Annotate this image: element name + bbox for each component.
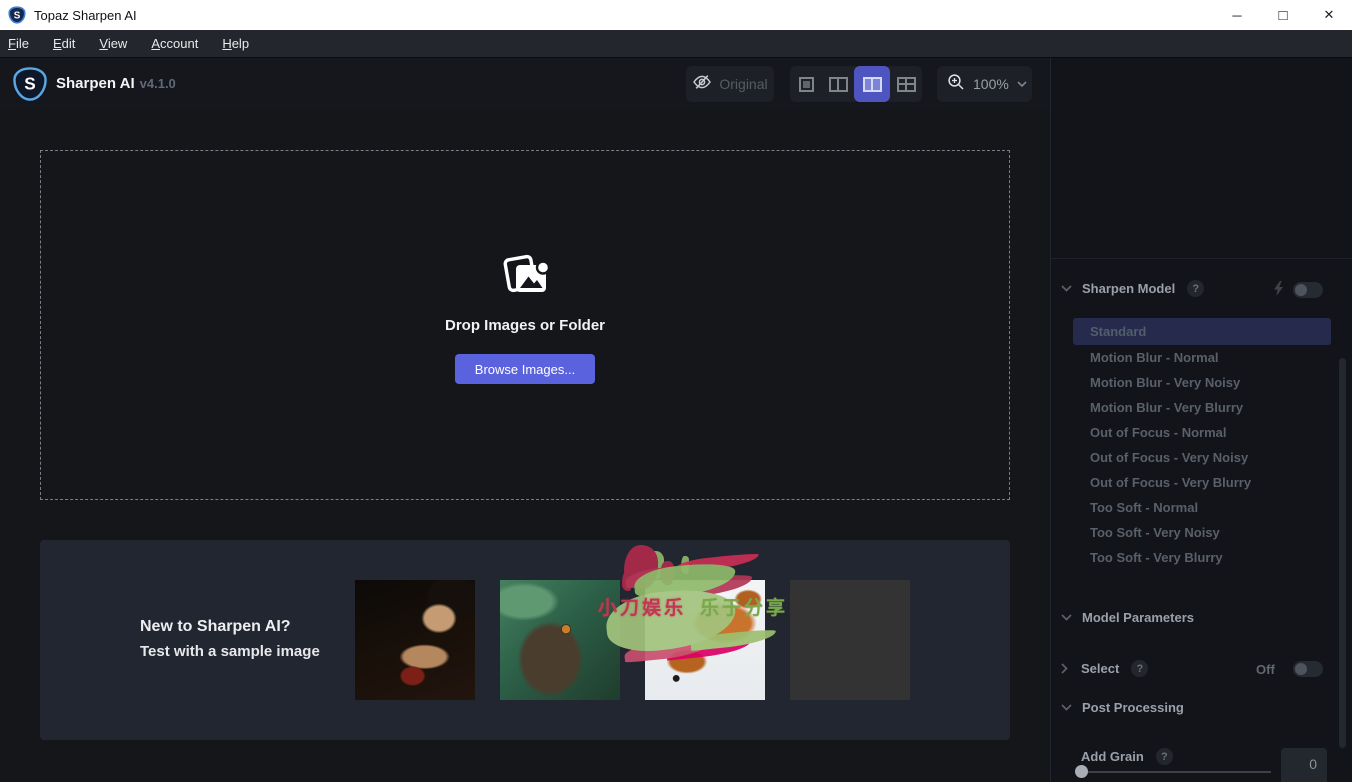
settings-sidebar: Sharpen Model ? Standard Motion Blur - N… [1050,58,1352,782]
svg-text:S: S [14,10,21,21]
sample-images-panel: New to Sharpen AI? Test with a sample im… [40,540,1010,740]
sample-image-owl[interactable] [500,580,620,700]
eye-off-icon [692,73,712,96]
split-view-icon [828,76,848,92]
sample-panel-heading: New to Sharpen AI? [140,618,291,635]
zoom-level: 100% [973,76,1009,92]
select-off-label: Off [1256,662,1275,677]
select-help-icon[interactable]: ? [1131,660,1149,677]
view-mode-single-button[interactable] [790,66,822,102]
select-section-header[interactable]: Select ? [1061,660,1149,677]
model-item-out-of-focus-very-blurry[interactable]: Out of Focus - Very Blurry [1073,470,1331,495]
image-drop-zone[interactable]: Drop Images or Folder Browse Images... [40,150,1010,500]
add-grain-label: Add Grain [1081,749,1144,764]
menu-account[interactable]: Account [139,30,210,58]
view-mode-split-button[interactable] [822,66,854,102]
show-original-button[interactable]: Original [686,66,774,102]
sample-panel-subheading: Test with a sample image [140,643,320,660]
sample-image-portrait[interactable] [355,580,475,700]
sharpen-model-section-header[interactable]: Sharpen Model ? [1061,280,1205,297]
model-item-out-of-focus-normal[interactable]: Out of Focus - Normal [1073,420,1331,445]
model-item-motion-blur-very-noisy[interactable]: Motion Blur - Very Noisy [1073,370,1331,395]
select-label: Select [1081,661,1120,676]
add-grain-slider-handle[interactable] [1075,765,1088,778]
app-header: S Sharpen AI v4.1.0 Original 100% [0,58,1050,110]
titlebar: S Topaz Sharpen AI ─ □ ✕ [0,0,1352,30]
sidebar-divider [1051,258,1352,259]
close-button[interactable]: ✕ [1306,0,1352,30]
menu-help[interactable]: Help [210,30,261,58]
view-mode-quad-button[interactable] [890,66,922,102]
post-processing-label: Post Processing [1082,700,1184,715]
app-window: S Topaz Sharpen AI ─ □ ✕ File Edit View … [0,0,1352,782]
model-item-too-soft-very-noisy[interactable]: Too Soft - Very Noisy [1073,520,1331,545]
model-item-too-soft-very-blurry[interactable]: Too Soft - Very Blurry [1073,545,1331,570]
side-by-side-view-icon [862,76,882,92]
window-title: Topaz Sharpen AI [34,7,137,23]
app-version: v4.1.0 [139,76,176,91]
original-button-label: Original [719,76,768,92]
sample-image-fox[interactable] [645,580,765,700]
sharpen-model-label: Sharpen Model [1082,281,1176,296]
menu-view[interactable]: View [87,30,139,58]
model-item-standard[interactable]: Standard [1073,318,1331,345]
chevron-down-icon [1061,704,1072,711]
app-logo-icon: S [8,6,26,24]
zoom-in-magnifier-icon [947,73,965,96]
model-item-motion-blur-very-blurry[interactable]: Motion Blur - Very Blurry [1073,395,1331,420]
sharpen-ai-logo-icon: S [12,66,48,102]
model-item-too-soft-normal[interactable]: Too Soft - Normal [1073,495,1331,520]
model-item-motion-blur-normal[interactable]: Motion Blur - Normal [1073,345,1331,370]
minimize-button[interactable]: ─ [1214,0,1260,30]
chevron-down-icon [1017,81,1027,87]
menu-file[interactable]: File [0,30,41,58]
model-item-out-of-focus-very-noisy[interactable]: Out of Focus - Very Noisy [1073,445,1331,470]
chevron-down-icon [1061,285,1072,292]
chevron-right-icon [1061,663,1068,674]
menu-edit[interactable]: Edit [41,30,87,58]
add-grain-help-icon[interactable]: ? [1155,748,1173,765]
svg-text:S: S [24,74,35,94]
view-mode-side-by-side-button[interactable] [854,66,890,102]
sidebar-scrollbar[interactable] [1339,358,1346,748]
drop-zone-title: Drop Images or Folder [444,317,606,334]
add-grain-row: Add Grain ? [1081,748,1173,765]
add-grain-slider-track[interactable] [1081,771,1271,773]
page-title: Sharpen AI v4.1.0 [56,75,176,92]
sample-image-car[interactable] [790,580,910,700]
chevron-down-icon [1061,614,1072,621]
select-toggle[interactable] [1293,661,1323,677]
add-grain-value-field[interactable]: 0 [1281,748,1327,782]
browse-images-button[interactable]: Browse Images... [455,354,595,384]
quad-view-icon [896,76,916,92]
post-processing-section-header[interactable]: Post Processing [1061,700,1184,715]
app-name: Sharpen AI [56,75,135,92]
sample-panel-text: New to Sharpen AI? Test with a sample im… [140,618,320,660]
lightning-bolt-icon [1273,281,1284,301]
model-parameters-label: Model Parameters [1082,610,1194,625]
view-mode-group [790,66,922,102]
sharpen-model-help-icon[interactable]: ? [1187,280,1205,297]
images-icon [499,254,551,305]
auto-model-toggle[interactable] [1293,282,1323,298]
single-view-icon [798,76,814,92]
zoom-control[interactable]: 100% [937,66,1032,102]
model-parameters-section-header[interactable]: Model Parameters [1061,610,1194,625]
menu-bar: File Edit View Account Help [0,30,1352,58]
maximize-button[interactable]: □ [1260,0,1306,30]
